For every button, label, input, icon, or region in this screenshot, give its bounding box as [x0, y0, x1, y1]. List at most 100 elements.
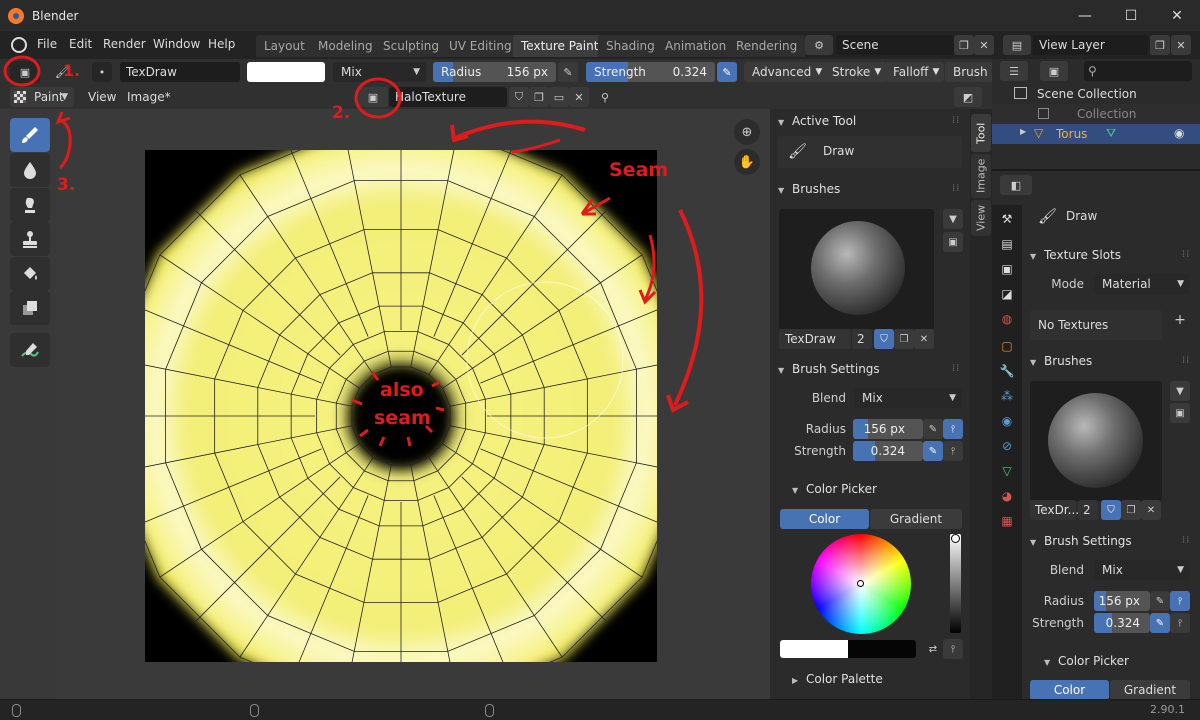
npanel-blend-dropdown[interactable]: Mix ▼ — [854, 388, 962, 408]
modifier-tab-icon[interactable]: 🔧 — [997, 361, 1017, 381]
props-brush-preview[interactable] — [1030, 381, 1162, 501]
brushes-header[interactable]: ▼ Brushes — [778, 178, 840, 200]
npanel-radius-pressure-icon[interactable]: ✎ — [923, 419, 943, 439]
scene-name-field[interactable]: Scene — [836, 35, 954, 55]
sidebar-tab-tool[interactable]: Tool — [971, 114, 991, 152]
gradient-tab[interactable]: Gradient — [870, 509, 962, 529]
image-browse-icon[interactable]: ▣ — [358, 87, 388, 107]
props-brush-settings-header[interactable]: ▼ Brush Settings — [1030, 530, 1132, 552]
zoom-icon[interactable]: ⊕ — [734, 119, 760, 145]
brush-texture-icon[interactable]: • — [92, 62, 112, 82]
tab-uv-editing[interactable]: UV Editing — [441, 35, 520, 57]
physics-tab-icon[interactable]: ◉ — [997, 411, 1017, 431]
color-wheel-cursor[interactable] — [857, 580, 864, 587]
smear-tool-button[interactable] — [10, 188, 50, 222]
collection-checkbox-icon[interactable] — [1038, 108, 1049, 119]
strength-slider[interactable]: Strength 0.324 — [586, 62, 715, 82]
tab-rendering[interactable]: Rendering — [728, 35, 806, 57]
pin-icon[interactable]: ⚲ — [595, 87, 615, 107]
menu-window[interactable]: Window — [153, 37, 200, 51]
props-fake-user-shield-icon[interactable]: ⛉ — [1101, 500, 1121, 520]
props-brushes-header[interactable]: ▼ Brushes — [1030, 350, 1092, 372]
view-layer-field[interactable]: View Layer — [1033, 35, 1148, 55]
brush-list-chevron-icon[interactable]: ▼ — [943, 209, 963, 229]
mesh-data-tab-icon[interactable]: ▽ — [997, 461, 1017, 481]
paint-mode-dropdown[interactable]: Paint ▼ — [10, 87, 74, 107]
strength-pressure-icon[interactable]: ✎ — [717, 62, 737, 82]
view-layer-icon[interactable]: ▤ — [1003, 35, 1031, 55]
constraints-tab-icon[interactable]: ⊘ — [997, 436, 1017, 456]
color-wheel[interactable] — [811, 534, 911, 634]
props-gradient-tab[interactable]: Gradient — [1110, 680, 1190, 700]
blend-mode-dropdown[interactable]: Mix ▼ — [333, 62, 426, 82]
texture-slots-header[interactable]: ▼ Texture Slots — [1030, 244, 1121, 266]
props-color-picker-header[interactable]: ▼ Color Picker — [1044, 650, 1129, 672]
blender-menu-icon[interactable] — [11, 37, 27, 53]
props-strength-unit-icon[interactable]: ⫯ — [1170, 613, 1190, 633]
close-button[interactable]: ✕ — [1154, 0, 1200, 31]
brush-tip-dropdown[interactable]: Brush T — [945, 62, 994, 99]
image-name-field[interactable]: HaloTexture — [389, 87, 507, 107]
props-duplicate-brush-icon[interactable]: ❐ — [1121, 500, 1141, 520]
props-color-tab[interactable]: Color — [1030, 680, 1109, 700]
props-radius-pressure-icon[interactable]: ✎ — [1150, 591, 1170, 611]
secondary-color-swatch[interactable] — [848, 640, 916, 658]
image-editor-viewport[interactable]: ⊕ ✋ — [56, 109, 770, 699]
color-tab[interactable]: Color — [780, 509, 869, 529]
radius-slider[interactable]: Radius 156 px — [433, 62, 556, 82]
stroke-dropdown[interactable]: Stroke ▼ — [824, 62, 887, 82]
maximize-button[interactable]: ☐ — [1108, 0, 1154, 31]
props-strength-slider[interactable]: 0.324 — [1094, 613, 1150, 633]
npanel-brush-name[interactable]: TexDraw — [779, 329, 851, 349]
menu-help[interactable]: Help — [208, 37, 235, 51]
menu-render[interactable]: Render — [103, 37, 146, 51]
scene-close-icon[interactable]: ✕ — [974, 35, 994, 55]
tab-sculpting[interactable]: Sculpting — [375, 35, 448, 57]
view-layer-copy-icon[interactable]: ❐ — [1150, 35, 1170, 55]
menu-view[interactable]: View — [88, 90, 116, 104]
expand-arrow-icon[interactable]: ▶ — [1020, 127, 1026, 136]
scene-copy-icon[interactable]: ❐ — [954, 35, 974, 55]
render-tab-icon[interactable]: ▤ — [997, 234, 1017, 254]
color-picker-header[interactable]: ▼ Color Picker — [792, 478, 877, 500]
sidebar-tab-view[interactable]: View — [971, 200, 991, 236]
clone-tool-button[interactable] — [10, 222, 50, 256]
object-tab-icon[interactable]: ▢ — [997, 336, 1017, 356]
brush-settings-header[interactable]: ▼ Brush Settings — [778, 358, 880, 380]
swap-colors-icon[interactable]: ⇄ — [923, 639, 943, 659]
advanced-dropdown[interactable]: Advanced ▼ — [744, 62, 828, 82]
tab-texture-paint[interactable]: Texture Paint — [513, 35, 607, 57]
view-layer-tab-icon[interactable]: ◪ — [997, 284, 1017, 304]
uv-texture-svg[interactable] — [145, 150, 657, 662]
texture-tab-icon[interactable]: ▦ — [997, 511, 1017, 531]
soften-tool-button[interactable] — [10, 153, 50, 187]
menu-edit[interactable]: Edit — [69, 37, 92, 51]
props-radius-unit-icon[interactable]: ⫯ — [1170, 591, 1190, 611]
duplicate-brush-icon[interactable]: ❐ — [894, 329, 914, 349]
props-brush-list-chevron-icon[interactable]: ▼ — [1170, 381, 1190, 401]
brush-image-icon[interactable]: ▣ — [943, 232, 963, 252]
tab-animation[interactable]: Animation — [657, 35, 735, 57]
menu-file[interactable]: File — [37, 37, 57, 51]
open-image-icon[interactable]: ▭ — [549, 87, 569, 107]
tab-layout[interactable]: Layout — [256, 35, 313, 57]
fake-user-shield-icon[interactable]: ⛉ — [874, 329, 894, 349]
tab-shading[interactable]: Shading — [598, 35, 663, 57]
annotate-tool-button[interactable] — [10, 333, 50, 367]
mask-tool-button[interactable] — [10, 291, 50, 325]
view-layer-close-icon[interactable]: ✕ — [1171, 35, 1191, 55]
texture-mode-dropdown[interactable]: Material ▼ — [1094, 274, 1190, 294]
color-palette-header[interactable]: ▶ Color Palette — [792, 668, 883, 690]
brush-preview[interactable] — [779, 209, 934, 329]
active-tool-header[interactable]: ▼ Active Tool — [778, 110, 856, 132]
props-unlink-brush-icon[interactable]: ✕ — [1141, 500, 1161, 520]
color-pressure-icon[interactable]: ⫯ — [943, 639, 963, 659]
outliner-filter-icon[interactable]: ▣ — [1040, 61, 1068, 81]
brush-name-field[interactable]: TexDraw — [120, 62, 240, 82]
unlink-image-icon[interactable]: ✕ — [569, 87, 589, 107]
npanel-strength-unit-icon[interactable]: ⫯ — [943, 441, 963, 461]
texture-canvas[interactable] — [145, 150, 657, 662]
primary-color-swatch[interactable] — [780, 640, 848, 658]
output-tab-icon[interactable]: ▣ — [997, 259, 1017, 279]
fill-tool-button[interactable] — [10, 257, 50, 291]
